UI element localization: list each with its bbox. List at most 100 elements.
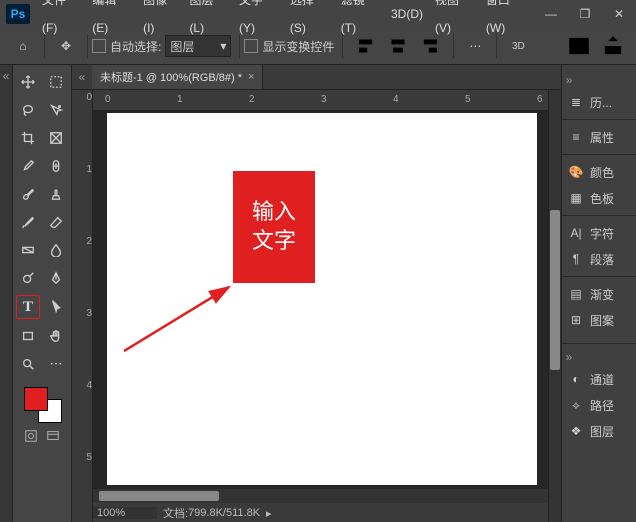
healing-tool[interactable] xyxy=(45,155,67,177)
menu-edit[interactable]: 编辑(E) xyxy=(86,0,137,42)
close-tab-icon[interactable]: × xyxy=(248,71,254,83)
transform-checkbox[interactable] xyxy=(244,39,258,53)
edit-toolbar[interactable]: ⋯ xyxy=(45,353,67,375)
app-logo: Ps xyxy=(6,4,30,24)
panel-gradient[interactable]: ▤渐变 xyxy=(562,281,636,307)
ruler-tick: 5 xyxy=(465,94,471,105)
threed-icon[interactable]: 3D xyxy=(505,33,531,59)
gradient-icon: ▤ xyxy=(568,286,584,302)
eraser-tool[interactable] xyxy=(45,211,67,233)
separator xyxy=(87,34,88,58)
panel-channels[interactable]: ◐通道 xyxy=(562,366,636,392)
menu-type[interactable]: 文字(Y) xyxy=(233,0,284,42)
frame-tool[interactable] xyxy=(45,127,67,149)
menu-select[interactable]: 选择(S) xyxy=(284,0,335,42)
collapse-panel-icon[interactable]: » xyxy=(562,73,576,87)
panel-label: 图案 xyxy=(590,312,614,329)
panel-pattern[interactable]: ⊞ 图案 xyxy=(562,307,636,333)
align-icon-3[interactable] xyxy=(419,33,445,59)
align-icon-1[interactable] xyxy=(351,33,377,59)
panel-label: 字符 xyxy=(590,225,614,242)
path-select-tool[interactable] xyxy=(46,295,68,317)
zoom-field[interactable]: 100% xyxy=(93,507,157,519)
marquee-tool[interactable] xyxy=(45,71,67,93)
panel-paths[interactable]: ⟡路径 xyxy=(562,392,636,418)
ruler-tick: 3 xyxy=(72,308,94,319)
panel-color[interactable]: 🎨颜色 xyxy=(562,159,636,185)
foreground-color[interactable] xyxy=(24,387,48,411)
close-button[interactable]: ✕ xyxy=(602,0,636,28)
move-tool[interactable] xyxy=(17,71,39,93)
ruler-tick: 5 xyxy=(72,452,94,463)
ruler-tick: 0 xyxy=(105,94,111,105)
chevron-down-icon: ▾ xyxy=(220,39,226,53)
panel-label: 历... xyxy=(590,94,612,111)
panel-label: 图层 xyxy=(590,423,614,440)
title-bar: Ps 文件(F) 编辑(E) 图像(I) 图层(L) 文字(Y) 选择(S) 滤… xyxy=(0,0,636,28)
move-tool-icon[interactable]: ✥ xyxy=(53,33,79,59)
dodge-tool[interactable] xyxy=(17,267,39,289)
separator xyxy=(453,34,454,58)
panel-properties[interactable]: ≡属性 xyxy=(562,124,636,150)
ruler-tick: 6 xyxy=(537,94,543,105)
doc-info-label: 文档: xyxy=(163,505,188,521)
pen-tool[interactable] xyxy=(45,267,67,289)
canvas[interactable] xyxy=(107,113,537,485)
channels-icon: ◐ xyxy=(568,371,584,387)
history-brush-tool[interactable] xyxy=(17,211,39,233)
menu-3d[interactable]: 3D(D) xyxy=(385,0,429,28)
share-icon[interactable] xyxy=(600,33,626,59)
panel-swatches[interactable]: ▦色板 xyxy=(562,185,636,211)
layers-icon: ❖ xyxy=(568,423,584,439)
scrollbar-thumb[interactable] xyxy=(99,491,219,501)
horizontal-scrollbar[interactable] xyxy=(93,489,548,503)
text-layer-box[interactable]: 输入 文字 xyxy=(233,171,315,283)
paragraph-icon: ¶ xyxy=(568,251,584,267)
collapse-panel-icon[interactable]: » xyxy=(562,350,576,364)
clone-stamp-tool[interactable] xyxy=(45,183,67,205)
color-swatches[interactable] xyxy=(20,387,64,423)
pattern-icon: ⊞ xyxy=(568,312,584,328)
eyedropper-tool[interactable] xyxy=(17,155,39,177)
type-tool[interactable]: T xyxy=(16,295,40,319)
document-tab-bar: « 未标题-1 @ 100%(RGB/8#) * × xyxy=(72,65,561,90)
palette-icon: 🎨 xyxy=(568,164,584,180)
panel-paragraph[interactable]: ¶段落 xyxy=(562,246,636,272)
history-icon: ≣ xyxy=(568,94,584,110)
doc-info-chevron-icon[interactable]: ▸ xyxy=(266,507,272,520)
lasso-tool[interactable] xyxy=(17,99,39,121)
document-tab[interactable]: 未标题-1 @ 100%(RGB/8#) * × xyxy=(92,65,263,89)
panel-history[interactable]: ≣ 历... xyxy=(562,89,636,115)
blur-tool[interactable] xyxy=(45,239,67,261)
align-icon-2[interactable] xyxy=(385,33,411,59)
minimize-button[interactable]: — xyxy=(534,0,568,28)
rectangle-tool[interactable] xyxy=(17,325,39,347)
autoselect-checkbox[interactable] xyxy=(92,39,106,53)
autoselect-dropdown[interactable]: 图层 ▾ xyxy=(165,35,231,57)
autoselect-value: 图层 xyxy=(170,38,194,55)
panel-menu-icon[interactable] xyxy=(566,33,592,59)
home-icon[interactable]: ⌂ xyxy=(10,33,36,59)
maximize-button[interactable]: ❐ xyxy=(568,0,602,28)
panel-character[interactable]: A| 字符 xyxy=(562,220,636,246)
character-icon: A| xyxy=(568,225,584,241)
canvas-stage[interactable]: 输入 文字 xyxy=(93,111,548,489)
left-edge-strip[interactable]: « xyxy=(0,65,13,522)
brush-tool[interactable] xyxy=(17,183,39,205)
panel-layers[interactable]: ❖ 图层 xyxy=(562,418,636,444)
quickmask-icon[interactable] xyxy=(22,427,40,445)
horizontal-ruler: 0 1 2 3 4 5 6 xyxy=(93,90,548,111)
vertical-scrollbar[interactable] xyxy=(548,90,561,522)
screenmode-icon[interactable] xyxy=(44,427,62,445)
hand-tool[interactable] xyxy=(45,325,67,347)
gradient-tool[interactable] xyxy=(17,239,39,261)
crop-tool[interactable] xyxy=(17,127,39,149)
scrollbar-thumb[interactable] xyxy=(550,210,560,370)
zoom-tool[interactable] xyxy=(17,353,39,375)
distribute-icon[interactable]: ⋯ xyxy=(462,33,488,59)
separator xyxy=(239,34,240,58)
tab-chevron-icon[interactable]: « xyxy=(72,70,92,84)
panel-label: 路径 xyxy=(590,397,614,414)
quick-select-tool[interactable] xyxy=(45,99,67,121)
status-bar: 100% 文档: 799.8K/511.8K ▸ xyxy=(93,503,548,522)
